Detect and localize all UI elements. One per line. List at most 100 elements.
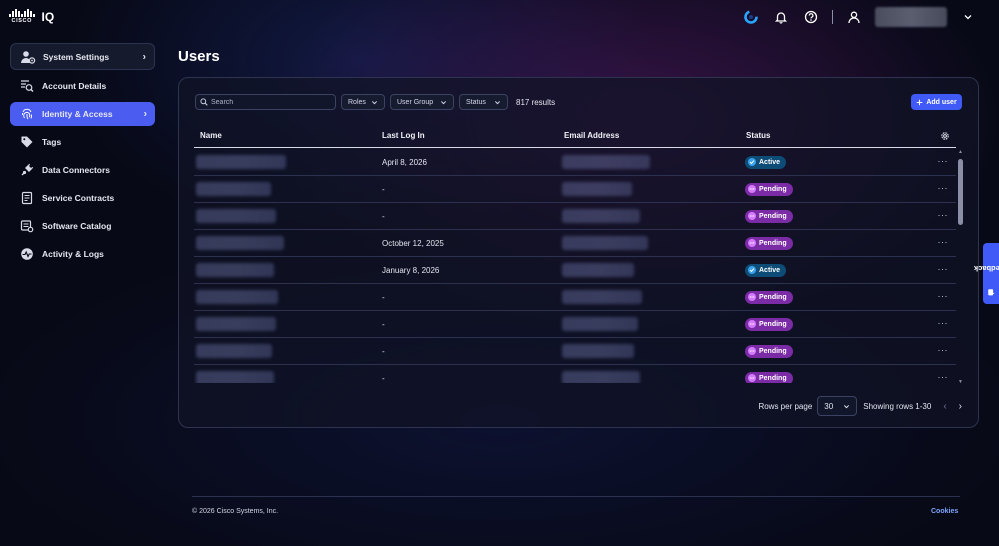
column-header-email[interactable]: Email Address: [564, 131, 619, 140]
table-toolbar: Roles User Group Status 817 results Add …: [195, 94, 962, 110]
table-row[interactable]: - Pending ···: [194, 311, 956, 338]
cisco-logo[interactable]: CISCO IQ: [9, 9, 54, 24]
header-divider: [832, 10, 833, 24]
user-name-redacted[interactable]: [196, 311, 276, 337]
chevron-down-icon[interactable]: [959, 8, 977, 26]
rows-per-page-select[interactable]: 30: [817, 396, 858, 416]
feedback-tab[interactable]: Feedback: [974, 243, 999, 304]
email-redacted: [562, 284, 642, 310]
column-header-name[interactable]: Name: [200, 131, 222, 140]
next-page-icon[interactable]: ›: [959, 401, 962, 412]
brand-swirl-icon[interactable]: [742, 8, 760, 26]
email-redacted: [562, 149, 650, 175]
help-icon[interactable]: [802, 8, 820, 26]
scroll-down-icon[interactable]: ▼: [957, 379, 964, 385]
chevron-right-icon: ›: [143, 108, 147, 120]
pending-dots-icon: [748, 185, 756, 193]
user-name-redacted[interactable]: [196, 230, 284, 256]
user-name-redacted[interactable]: [875, 7, 947, 27]
sidebar-item-tags[interactable]: Tags: [10, 130, 155, 154]
status-label: Pending: [759, 320, 787, 328]
user-name-redacted[interactable]: [196, 257, 274, 283]
table-row[interactable]: - Pending ···: [194, 338, 956, 365]
sidebar-item-service-contracts[interactable]: Service Contracts: [10, 186, 155, 210]
more-actions-icon[interactable]: ···: [938, 183, 949, 193]
sidebar-item-account-details[interactable]: Account Details: [10, 74, 155, 98]
more-actions-icon[interactable]: ···: [938, 210, 949, 220]
prev-page-icon[interactable]: ‹: [943, 401, 946, 412]
list-search-icon: [18, 77, 36, 95]
search-box[interactable]: [195, 94, 336, 110]
pending-dots-icon: [748, 212, 756, 220]
status-label: Pending: [759, 239, 787, 247]
pending-dots-icon: [748, 293, 756, 301]
sidebar-item-identity-access[interactable]: Identity & Access ›: [10, 102, 155, 126]
more-actions-icon[interactable]: ···: [938, 156, 949, 166]
scroll-thumb[interactable]: [958, 159, 963, 225]
more-actions-icon[interactable]: ···: [938, 372, 949, 382]
status-label: Pending: [759, 212, 787, 220]
sidebar-item-label: Software Catalog: [42, 221, 112, 231]
table-row[interactable]: - Pending ···: [194, 365, 956, 383]
table-row[interactable]: January 8, 2026 Active ···: [194, 257, 956, 284]
search-input[interactable]: [211, 98, 331, 106]
catalog-icon: [18, 217, 36, 235]
filter-status[interactable]: Status: [459, 94, 508, 110]
table-scrollbar[interactable]: ▲ ▼: [957, 149, 964, 385]
status-cell: Pending: [745, 311, 793, 337]
top-bar: CISCO IQ: [0, 0, 999, 34]
user-name-redacted[interactable]: [196, 284, 278, 310]
user-name-redacted[interactable]: [196, 338, 272, 364]
scroll-up-icon[interactable]: ▲: [957, 149, 964, 155]
status-badge: Active: [745, 263, 787, 277]
cisco-logo-mark: CISCO: [9, 9, 35, 24]
status-badge: Pending: [745, 209, 793, 223]
user-icon[interactable]: [845, 8, 863, 26]
sidebar-item-label: Account Details: [42, 81, 107, 91]
cisco-wordmark: CISCO: [11, 18, 32, 24]
column-header-last-login[interactable]: Last Log In: [382, 131, 425, 140]
user-name-redacted[interactable]: [196, 149, 286, 175]
status-cell: Pending: [745, 176, 793, 202]
gear-icon[interactable]: [940, 131, 950, 143]
bell-icon[interactable]: [772, 8, 790, 26]
more-actions-icon[interactable]: ···: [938, 291, 949, 301]
user-name-redacted[interactable]: [196, 365, 274, 383]
feedback-label: Feedback: [973, 264, 999, 273]
sidebar-item-system-settings[interactable]: System Settings ›: [10, 43, 155, 70]
user-name-redacted[interactable]: [196, 176, 271, 202]
more-actions-icon[interactable]: ···: [938, 264, 949, 274]
table-row[interactable]: April 8, 2026 Active ···: [194, 149, 956, 176]
sidebar: System Settings › Account Details Identi…: [10, 43, 155, 270]
status-badge: Pending: [745, 236, 793, 250]
more-actions-icon[interactable]: ···: [938, 345, 949, 355]
search-icon: [200, 98, 208, 106]
status-badge: Active: [745, 155, 787, 169]
feedback-icon: [987, 289, 995, 296]
column-header-status[interactable]: Status: [746, 131, 770, 140]
user-name-redacted[interactable]: [196, 203, 276, 229]
table-row[interactable]: - Pending ···: [194, 203, 956, 230]
more-actions-icon[interactable]: ···: [938, 318, 949, 328]
rows-per-page-label: Rows per page: [758, 401, 813, 411]
filter-roles[interactable]: Roles: [341, 94, 385, 110]
status-cell: Pending: [745, 365, 793, 383]
status-label: Pending: [759, 185, 787, 193]
last-login-cell: -: [382, 211, 385, 221]
more-actions-icon[interactable]: ···: [938, 237, 949, 247]
cookies-link[interactable]: Cookies: [931, 508, 958, 515]
status-label: Pending: [759, 347, 787, 355]
redacted-text: [562, 182, 632, 196]
sidebar-item-data-connectors[interactable]: Data Connectors: [10, 158, 155, 182]
last-login-cell: October 12, 2025: [382, 238, 444, 248]
email-redacted: [562, 365, 640, 383]
add-user-button[interactable]: Add user: [911, 94, 962, 110]
sidebar-item-software-catalog[interactable]: Software Catalog: [10, 214, 155, 238]
sidebar-item-activity-logs[interactable]: Activity & Logs: [10, 242, 155, 266]
plug-icon: [18, 161, 36, 179]
table-row[interactable]: - Pending ···: [194, 284, 956, 311]
table-row[interactable]: October 12, 2025 Pending ···: [194, 230, 956, 257]
plus-icon: [917, 99, 923, 105]
filter-user-group[interactable]: User Group: [390, 94, 454, 110]
table-row[interactable]: - Pending ···: [194, 176, 956, 203]
